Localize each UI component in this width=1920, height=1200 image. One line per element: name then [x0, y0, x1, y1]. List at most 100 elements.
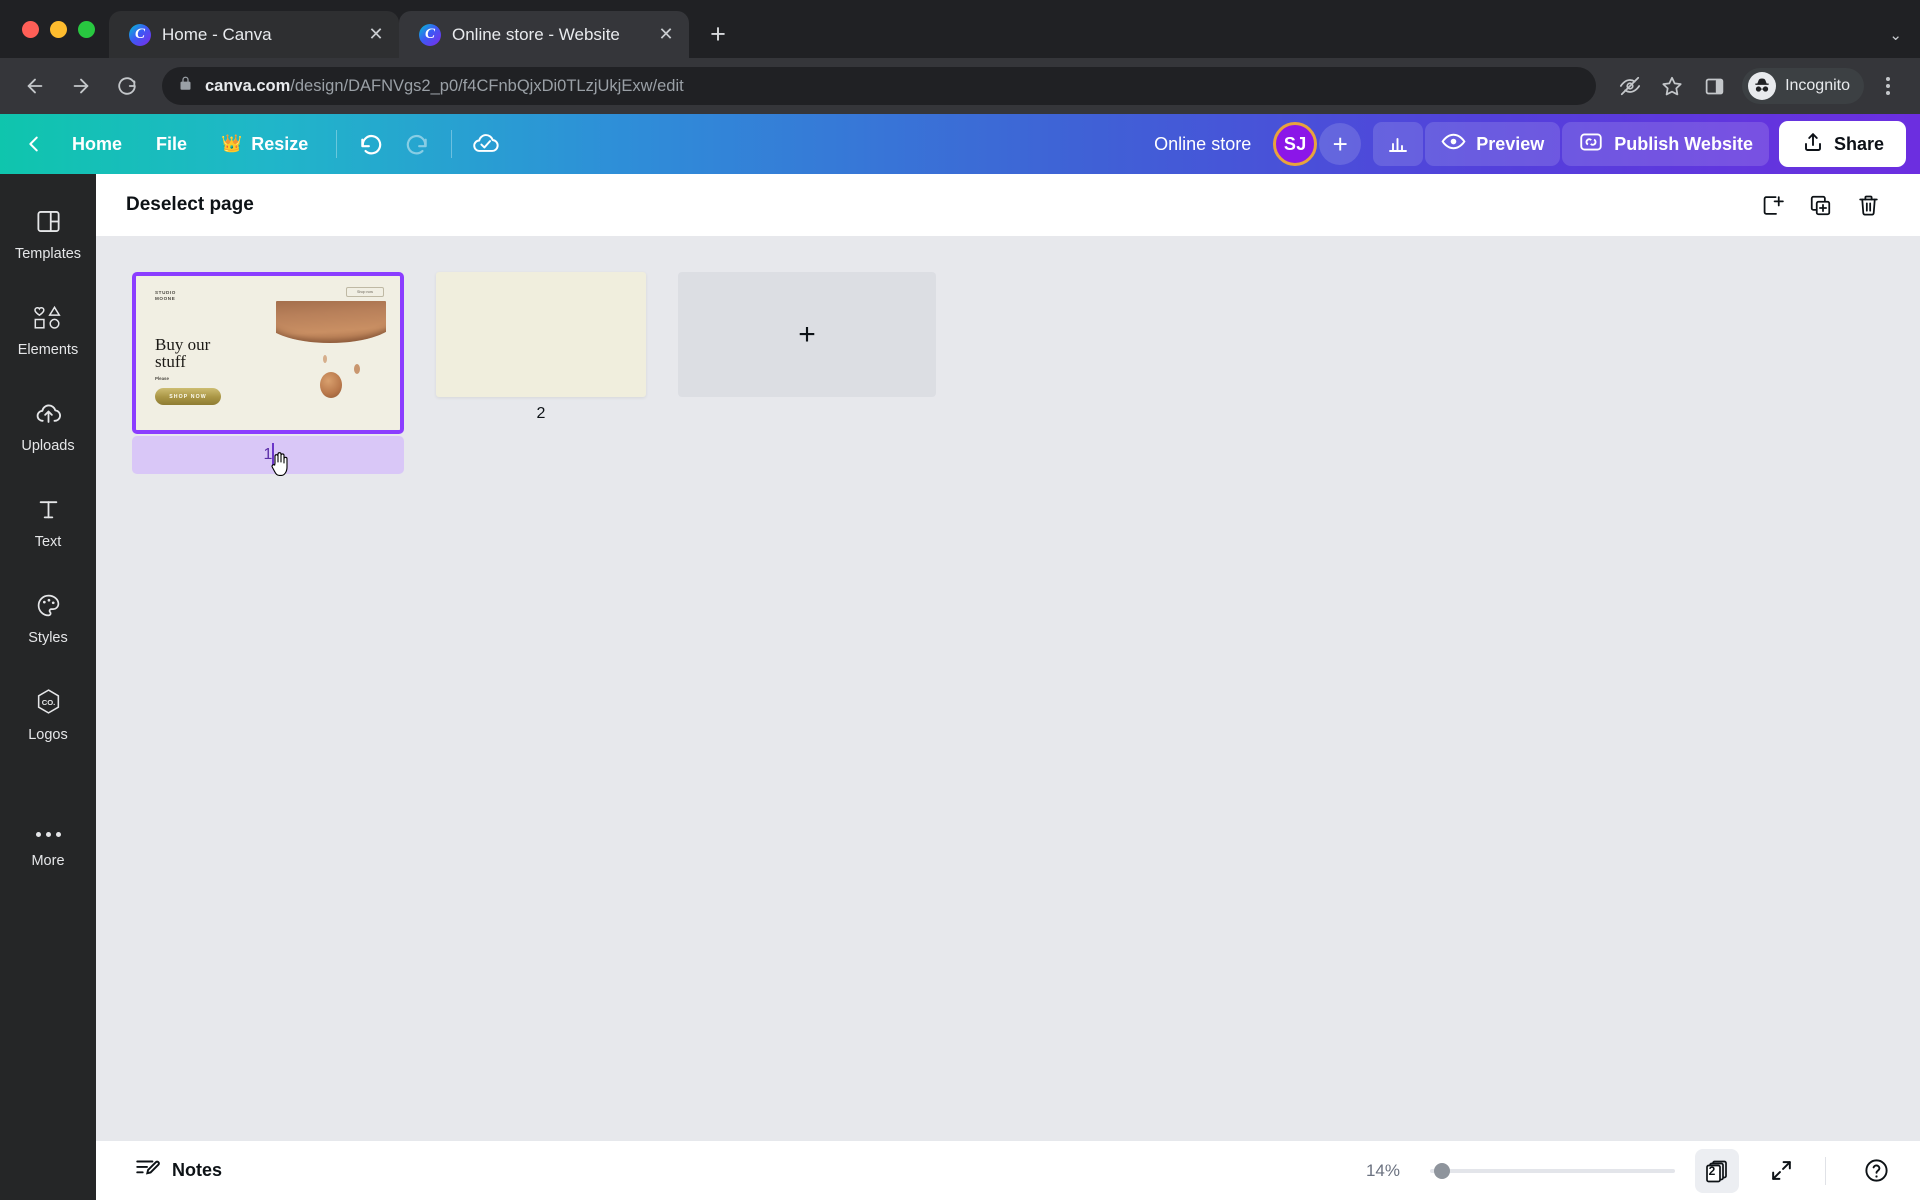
sidebar-item-styles[interactable]: Styles — [5, 580, 91, 658]
resize-button[interactable]: 👑 Resize — [205, 123, 324, 165]
elements-icon — [33, 304, 63, 336]
kebab-menu-icon[interactable] — [1870, 66, 1906, 106]
maximize-window-button[interactable] — [78, 20, 95, 38]
undo-icon[interactable] — [349, 122, 393, 166]
home-button[interactable]: Home — [56, 123, 138, 165]
eye-icon — [1441, 129, 1466, 159]
toolbar-actions: Incognito — [1610, 66, 1906, 106]
minimize-window-button[interactable] — [50, 20, 67, 38]
browser-window: C Home - Canva ✕ C Online store - Websit… — [0, 0, 1920, 1200]
redo-icon[interactable] — [395, 122, 439, 166]
profile-incognito-button[interactable]: Incognito — [1742, 68, 1864, 104]
canva-top-toolbar: Home File 👑 Resize Online store SJ + Pre… — [0, 114, 1920, 174]
cloud-saved-icon[interactable] — [464, 122, 508, 166]
forward-arrow-icon[interactable] — [60, 65, 102, 107]
thumb-heading: Buy our stuff — [155, 335, 211, 371]
close-window-button[interactable] — [22, 20, 39, 38]
browser-tab-home-canva[interactable]: C Home - Canva ✕ — [109, 11, 399, 58]
publish-label: Publish Website — [1614, 133, 1753, 154]
url-domain: canva.com — [205, 76, 291, 95]
page-number-row-1[interactable]: 1 — [132, 436, 404, 476]
add-collaborator-button[interactable]: + — [1319, 123, 1362, 165]
preview-label: Preview — [1476, 133, 1545, 154]
bottom-divider — [1825, 1156, 1826, 1185]
thumb-logo: STUDIO MOONE — [155, 290, 176, 302]
add-page-tile[interactable]: + — [678, 272, 936, 397]
page-item-1[interactable]: STUDIO MOONE Shop now Buy our stuff Please… — [132, 272, 404, 476]
close-icon[interactable]: ✕ — [653, 22, 679, 48]
help-icon[interactable] — [1854, 1149, 1898, 1193]
browser-toolbar: canva.com/design/DAFNVgs2_p0/f4CFnbQjxDi… — [0, 58, 1920, 114]
window-controls — [12, 0, 109, 58]
incognito-icon — [1748, 72, 1777, 100]
avatar[interactable]: SJ — [1273, 122, 1318, 166]
publish-website-button[interactable]: Publish Website — [1562, 122, 1769, 166]
page-count-badge: 2 — [1708, 1163, 1716, 1178]
logos-icon: CO. — [34, 687, 63, 721]
notes-button[interactable]: Notes — [120, 1150, 236, 1192]
page-thumbnail-1[interactable]: STUDIO MOONE Shop now Buy our stuff Please… — [132, 272, 404, 434]
share-button[interactable]: Share — [1778, 121, 1906, 167]
sidebar-item-text[interactable]: Text — [5, 484, 91, 562]
new-tab-button[interactable]: + — [697, 13, 739, 55]
app-body: Templates Elements Uploads Text Styles C… — [0, 174, 1920, 1200]
page-number-row-2[interactable]: 2 — [436, 397, 646, 431]
sidebar-item-label: Templates — [14, 246, 82, 263]
add-page-icon[interactable] — [1750, 183, 1794, 227]
thumb-photo — [276, 301, 386, 419]
deselect-page-label[interactable]: Deselect page — [126, 194, 254, 216]
tab-strip: C Home - Canva ✕ C Online store - Websit… — [0, 0, 1920, 58]
canva-app: Home File 👑 Resize Online store SJ + Pre… — [0, 114, 1920, 1200]
sidebar-item-uploads[interactable]: Uploads — [5, 388, 91, 466]
eye-off-icon[interactable] — [1610, 66, 1650, 106]
fullscreen-icon[interactable] — [1759, 1149, 1803, 1193]
zoom-level-label[interactable]: 14% — [1366, 1161, 1400, 1181]
svg-text:CO.: CO. — [41, 698, 55, 707]
trash-icon[interactable] — [1846, 183, 1890, 227]
back-chevron-icon[interactable] — [14, 124, 54, 164]
page-grid: STUDIO MOONE Shop now Buy our stuff Please… — [132, 272, 1920, 476]
thumb-cta-button: SHOP NOW — [155, 388, 221, 405]
share-upload-icon — [1801, 130, 1825, 159]
text-icon — [35, 496, 62, 528]
design-title[interactable]: Online store — [1154, 134, 1251, 155]
address-bar[interactable]: canva.com/design/DAFNVgs2_p0/f4CFnbQjxDi… — [162, 67, 1597, 105]
left-sidebar: Templates Elements Uploads Text Styles C… — [0, 174, 96, 1200]
reload-icon[interactable] — [106, 65, 148, 107]
tab-title: Home - Canva — [162, 24, 272, 44]
url-path: /design/DAFNVgs2_p0/f4CFnbQjxDi0TLzjUkjE… — [290, 76, 684, 95]
thumbnail-content: STUDIO MOONE Shop now Buy our stuff Please… — [136, 276, 400, 430]
side-panel-icon[interactable] — [1694, 66, 1734, 106]
browser-tab-online-store-website[interactable]: C Online store - Website ✕ — [399, 11, 689, 58]
sidebar-item-templates[interactable]: Templates — [5, 196, 91, 274]
uploads-icon — [34, 400, 63, 432]
publish-link-icon — [1578, 129, 1604, 160]
zoom-slider-thumb[interactable] — [1434, 1162, 1450, 1179]
page-item-2[interactable]: 2 — [436, 272, 646, 431]
back-arrow-icon[interactable] — [14, 65, 56, 107]
preview-button[interactable]: Preview — [1425, 122, 1561, 166]
bottom-bar: Notes 14% 2 — [96, 1140, 1920, 1200]
file-menu-button[interactable]: File — [140, 123, 203, 165]
profile-label: Incognito — [1785, 77, 1850, 94]
page-thumbnail-2[interactable] — [436, 272, 646, 397]
bookmark-star-icon[interactable] — [1652, 66, 1692, 106]
sidebar-item-elements[interactable]: Elements — [5, 292, 91, 370]
add-page-plus-icon[interactable]: + — [678, 272, 936, 397]
chevron-down-icon[interactable]: ⌄ — [1889, 26, 1902, 44]
page-manager-button[interactable]: 2 — [1695, 1148, 1739, 1193]
duplicate-page-icon[interactable] — [1798, 183, 1842, 227]
insights-button[interactable] — [1373, 122, 1424, 166]
close-icon[interactable]: ✕ — [363, 22, 389, 48]
sidebar-item-label: Uploads — [21, 438, 75, 455]
notes-icon — [134, 1155, 160, 1186]
zoom-slider[interactable] — [1430, 1160, 1675, 1182]
more-icon — [35, 821, 61, 847]
sidebar-item-more[interactable]: More — [5, 806, 91, 884]
sidebar-item-label: Text — [34, 534, 62, 551]
templates-icon — [35, 208, 62, 240]
sidebar-item-logos[interactable]: CO. Logos — [5, 676, 91, 754]
sidebar-item-label: Elements — [17, 342, 79, 359]
resize-label: Resize — [251, 133, 309, 154]
share-label: Share — [1833, 133, 1884, 154]
